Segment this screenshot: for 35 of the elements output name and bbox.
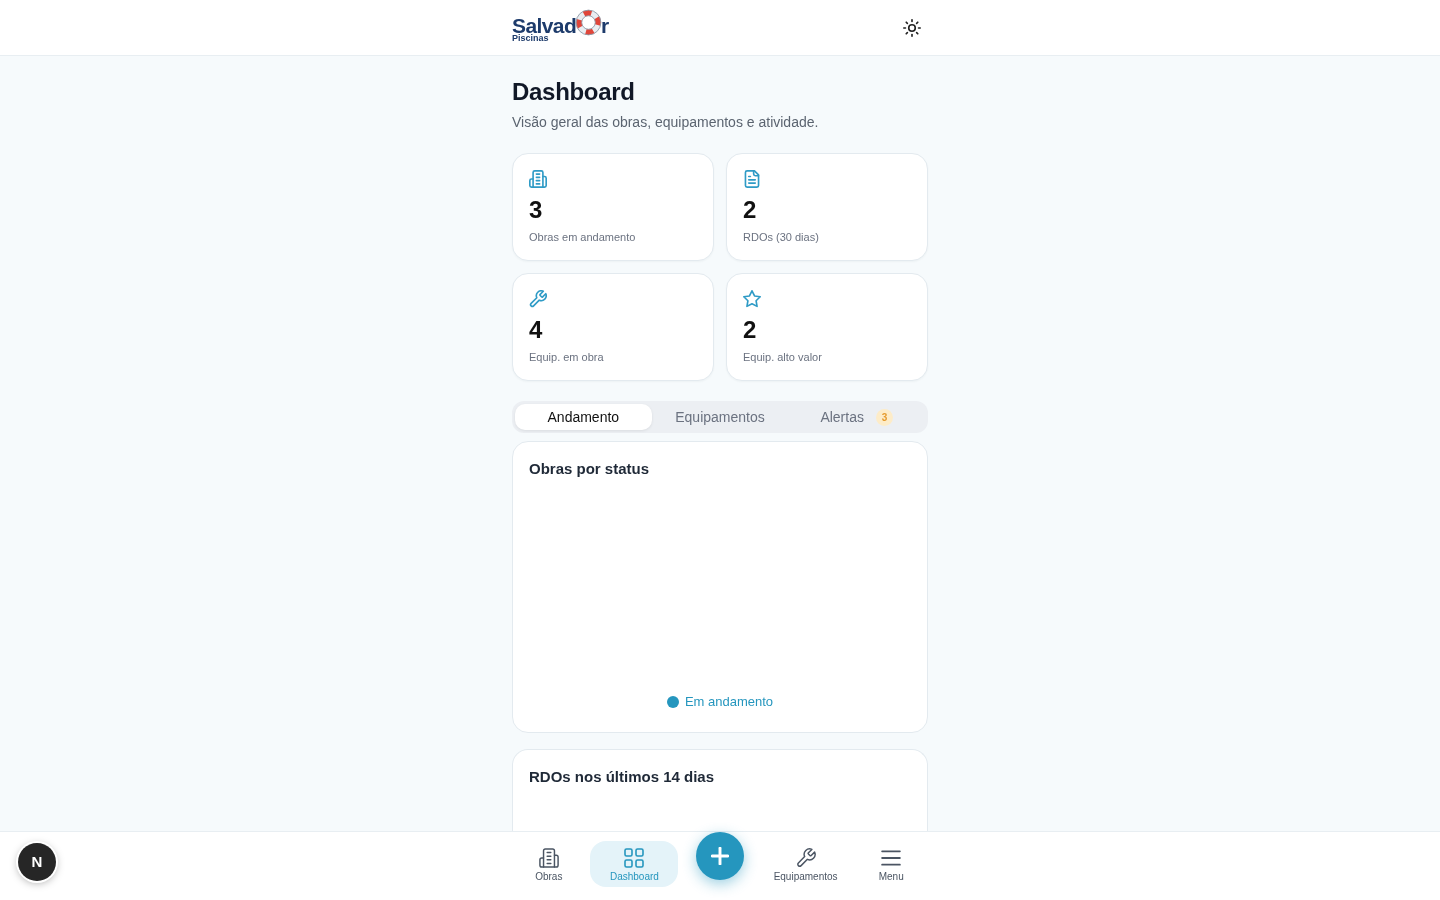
panel-title: Obras por status [529,459,651,479]
nav-item[interactable]: Obras [504,841,593,887]
sun-icon [903,18,921,37]
page-subtitle: Visão geral das obras, equipamentos e atividade. [512,113,820,132]
logo-text: r [601,14,609,36]
stat-label: Equip. em obra [529,350,605,365]
count-badge: 3 [875,408,893,426]
nav-item[interactable]: Menu [847,841,936,887]
nav-item[interactable]: Equipamentos [761,841,850,887]
wrench-icon [529,290,547,308]
stat-label: Obras em andamento [529,230,637,245]
stat-value: 3 [529,196,544,224]
star-icon [743,290,761,308]
page-title: Dashboard [512,77,636,107]
wrench-icon [795,848,816,868]
document-icon [743,170,761,188]
tab[interactable]: Equipamentos [651,404,789,430]
lifebuoy-icon [575,8,603,36]
dev-indicator-button[interactable]: N [18,843,56,881]
logo-tagline: Piscinas [512,33,550,43]
stat-value: 2 [743,196,758,224]
menu-icon [881,848,902,868]
panel-title: RDOs nos últimos 14 dias [529,767,716,787]
stat-value: 2 [743,316,758,344]
tab[interactable]: Alertas 3 [788,404,925,430]
stat-value: 4 [529,316,544,344]
add-button[interactable] [696,832,744,880]
legend-label: Em andamento [684,693,774,711]
grid-icon [624,848,645,868]
stat-label: RDOs (30 dias) [743,230,820,245]
stat-label: Equip. alto valor [743,350,823,365]
building-icon [538,848,559,868]
building-icon [529,170,547,188]
plus-icon [711,847,729,865]
tab[interactable]: Andamento [515,404,652,430]
